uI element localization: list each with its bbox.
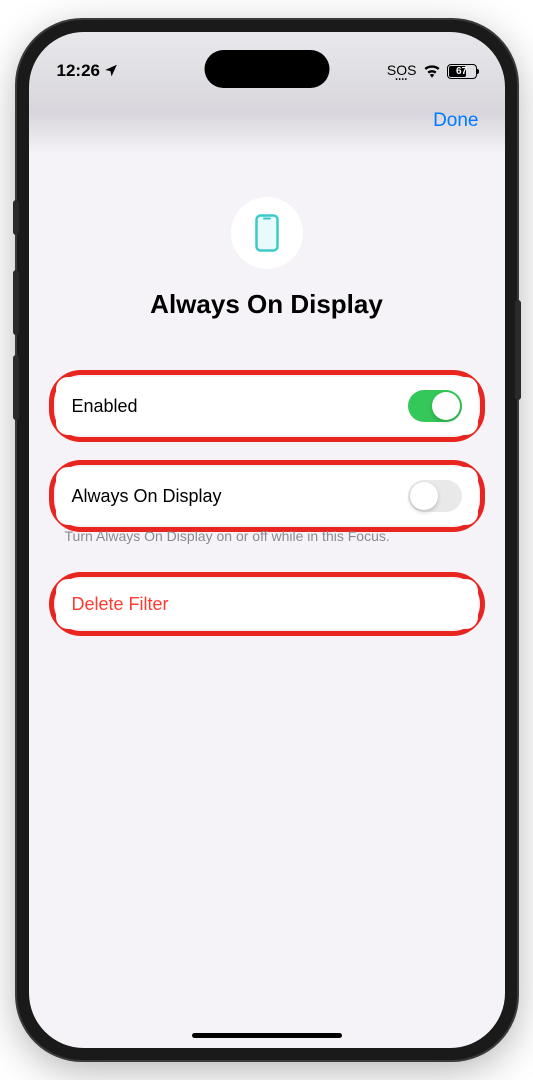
phone-icon: [255, 214, 279, 252]
delete-filter-label: Delete Filter: [72, 594, 169, 615]
page-title: Always On Display: [49, 289, 485, 320]
location-icon: [104, 63, 118, 80]
toggle-knob: [410, 482, 438, 510]
highlight-delete: Delete Filter: [49, 572, 485, 636]
power-button: [515, 300, 521, 400]
done-button[interactable]: Done: [433, 110, 478, 132]
toggle-knob: [432, 392, 460, 420]
dynamic-island: [204, 50, 329, 88]
enabled-label: Enabled: [72, 396, 138, 417]
content: Always On Display Enabled Always On Disp…: [29, 142, 505, 636]
hero-icon-circle: [231, 197, 303, 269]
volume-up-button: [13, 270, 19, 335]
phone-frame: 12:26 SOS •••• 67 Done: [17, 20, 517, 1060]
home-indicator[interactable]: [192, 1033, 342, 1038]
enabled-toggle[interactable]: [408, 390, 462, 422]
aod-toggle[interactable]: [408, 480, 462, 512]
highlight-enabled: Enabled: [49, 370, 485, 442]
aod-row[interactable]: Always On Display: [56, 467, 478, 525]
mute-switch: [13, 200, 19, 235]
screen: 12:26 SOS •••• 67 Done: [29, 32, 505, 1048]
delete-filter-row[interactable]: Delete Filter: [56, 579, 478, 629]
status-time: 12:26: [57, 61, 100, 81]
volume-down-button: [13, 355, 19, 420]
aod-footer-text: Turn Always On Display on or off while i…: [49, 528, 485, 572]
highlight-aod: Always On Display: [49, 460, 485, 532]
enabled-row[interactable]: Enabled: [56, 377, 478, 435]
nav-bar: Done: [29, 92, 505, 142]
wifi-icon: [423, 64, 441, 78]
sos-indicator: SOS ••••: [387, 61, 417, 82]
battery-icon: 67: [447, 64, 477, 79]
aod-label: Always On Display: [72, 486, 222, 507]
